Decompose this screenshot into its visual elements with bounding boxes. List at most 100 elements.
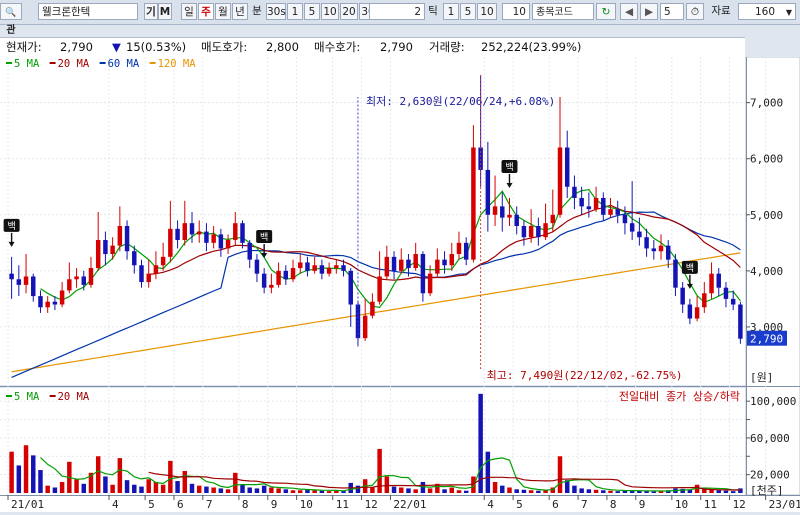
tick-button-2[interactable]: 10 [477, 3, 497, 20]
refresh-button[interactable]: ↻ [596, 3, 616, 20]
volume-value: 252,224(23.99%) [481, 40, 582, 54]
tick-button-0[interactable]: 1 [443, 3, 459, 20]
candle-body [673, 259, 678, 288]
code-select[interactable]: 종목코드 [532, 3, 594, 20]
chart-area[interactable]: 3,000 4,000 5,000 6,000 7,000 [원] 20,000 60,000… [0, 56, 800, 512]
volume-label: 거래량: [429, 40, 465, 54]
candle-body [435, 259, 440, 274]
candle-body [81, 276, 87, 285]
volume-bar [240, 484, 245, 493]
next-button[interactable]: ▶ [640, 3, 658, 20]
volume-bar [579, 488, 584, 493]
volume-bar [189, 483, 195, 493]
volume-bar [276, 488, 281, 493]
volume-bar [442, 489, 447, 493]
flag-gi-button[interactable]: 기 [144, 3, 158, 20]
volume-bar [124, 480, 130, 493]
period-button-5[interactable]: 30s [266, 3, 286, 20]
price-tick-label: 5,000 [750, 209, 783, 222]
price-label: 현재가: [6, 40, 42, 54]
volume-tick-label: 100,000 [750, 395, 796, 408]
candle-body [283, 270, 289, 280]
candle-body [665, 245, 671, 260]
volume-bar [420, 481, 426, 493]
signal-badge-label: 백 [260, 232, 268, 243]
volume-bar [132, 484, 137, 493]
volume-bar [586, 489, 592, 493]
minute-input[interactable]: 2 [369, 3, 425, 20]
volume-bar [16, 465, 22, 493]
candle-body [738, 304, 743, 339]
flag-m-button[interactable]: M [158, 3, 172, 20]
price-unit-label: [원] [750, 371, 773, 384]
period-button-8[interactable]: 10 [321, 3, 339, 20]
search-button[interactable]: 🔍관 [0, 3, 22, 36]
candle-body [572, 186, 577, 198]
candle-body [269, 284, 274, 288]
period-button-0[interactable]: 일 [181, 3, 197, 20]
volume-bar [341, 491, 346, 493]
period-button-3[interactable]: 년 [232, 3, 248, 20]
candle-body [124, 226, 130, 252]
volume-bar [9, 451, 14, 493]
candle-body [420, 254, 426, 294]
volume-bar [723, 490, 729, 493]
period-button-1[interactable]: 주 [198, 3, 214, 20]
signal-badge-label: 백 [505, 162, 513, 173]
bid-price: 2,790 [380, 40, 413, 54]
volume-bar [370, 487, 375, 493]
period-button-9[interactable]: 20 [340, 3, 358, 20]
candle-body [492, 206, 498, 215]
candle-body [399, 259, 404, 271]
candle-body [615, 209, 620, 215]
count-input[interactable]: 5 [660, 3, 684, 20]
change-value: 15(0.53%) [126, 40, 187, 54]
period-button-2[interactable]: 월 [215, 3, 231, 20]
x-tick-label: 12 [365, 498, 378, 511]
data-count-select[interactable]: 160 ▼ [738, 3, 796, 20]
tick-input[interactable]: 10 [502, 3, 530, 20]
legend-label: 20 MA [58, 58, 90, 70]
candle-body [204, 231, 209, 243]
candle-body [593, 197, 599, 210]
candle-body [716, 273, 721, 288]
period-button-6[interactable]: 1 [287, 3, 303, 20]
stock-chart[interactable]: 3,0004,0005,0006,0007,000[원]20,00060,000… [0, 56, 800, 512]
candle-body [110, 245, 115, 255]
quote-bar: 현재가: 2,790 ▼ 15(0.53%) 매도호가: 2,800 매수호가:… [0, 37, 745, 58]
price-tick-label: 6,000 [750, 153, 783, 166]
volume-bar [153, 481, 159, 493]
candle-body [427, 273, 433, 294]
legend-label: 60 MA [108, 58, 140, 70]
x-tick-label: 8 [610, 498, 617, 511]
x-tick-label: 9 [271, 498, 278, 511]
volume-bar [225, 489, 231, 493]
candle-body [500, 206, 505, 218]
candle-body [153, 265, 159, 274]
volume-bar [507, 487, 512, 493]
prev-button[interactable]: ◀ [620, 3, 638, 20]
candle-body [196, 231, 202, 235]
tick-button-1[interactable]: 5 [460, 3, 476, 20]
volume-bar [23, 445, 29, 493]
candle-body [88, 268, 94, 285]
volume-bar [283, 489, 289, 493]
x-tick-label: 7 [581, 498, 588, 511]
candle-body [45, 301, 50, 308]
volume-bar [218, 488, 224, 493]
stock-name-field[interactable]: 웰크론한텍 [38, 3, 138, 20]
period-button-7[interactable]: 5 [304, 3, 320, 20]
volume-bar [175, 481, 180, 493]
candle-body [637, 231, 642, 238]
volume-bar [557, 456, 563, 493]
clock-button[interactable]: ⏱ [686, 3, 704, 20]
candle-body [67, 279, 72, 291]
x-tick-label: 7 [206, 498, 213, 511]
volume-bar [196, 485, 202, 493]
candle-body [146, 273, 151, 283]
candle-body [709, 273, 714, 294]
candle-body [370, 301, 375, 316]
volume-bar [290, 490, 296, 493]
candle-body [261, 273, 267, 288]
volume-bar [399, 487, 404, 493]
